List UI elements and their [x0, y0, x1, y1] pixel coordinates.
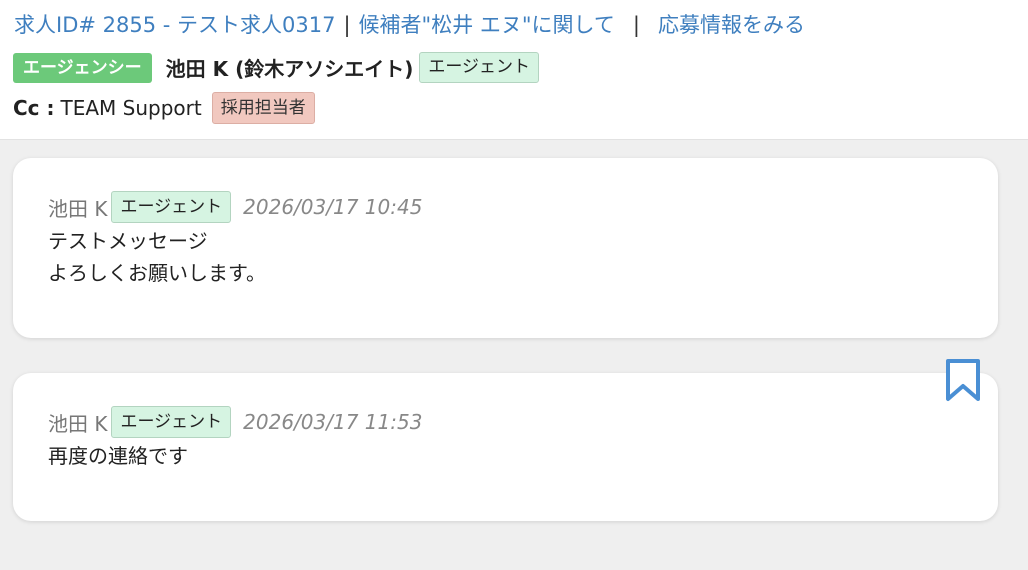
message-timestamp: 2026/03/17 10:45	[243, 195, 423, 219]
breadcrumb: 求人ID# 2855 - テスト求人0317 | 候補者"松井 エヌ"に関して | 応募…	[14, 10, 805, 40]
sender-row: エージェンシー 池田 K (鈴木アソシエイト) エージェント	[13, 52, 540, 83]
message-header: 池田 K エージェント 2026/03/17 11:53	[48, 406, 422, 438]
job-link[interactable]: 求人ID# 2855 - テスト求人0317	[14, 13, 335, 37]
message-card: 池田 K エージェント 2026/03/17 11:53 再度の連絡です	[13, 373, 998, 521]
cc-row: Cc : TEAM Support 採用担当者	[13, 91, 315, 124]
message-body: テストメッセージ よろしくお願いします。	[48, 229, 266, 285]
sender-name: 池田 K (鈴木アソシエイト)	[165, 57, 414, 81]
cc-value: TEAM Support	[60, 95, 202, 120]
agent-badge: エージェント	[419, 52, 540, 83]
message-role-badge: エージェント	[111, 191, 232, 223]
message-header: 池田 K エージェント 2026/03/17 10:45	[48, 191, 422, 223]
application-info-link[interactable]: 応募情報をみる	[658, 13, 805, 37]
message-timestamp: 2026/03/17 11:53	[243, 410, 423, 434]
message-sender: 池田 K	[48, 196, 108, 221]
message-sender: 池田 K	[48, 411, 108, 436]
breadcrumb-separator: |	[343, 13, 351, 37]
cc-label: Cc :	[13, 95, 55, 120]
candidate-link[interactable]: 候補者"松井 エヌ"に関して	[359, 13, 615, 37]
breadcrumb-separator: |	[632, 13, 640, 37]
bookmark-icon[interactable]	[944, 358, 982, 404]
agency-badge: エージェンシー	[13, 52, 152, 83]
message-role-badge: エージェント	[111, 406, 232, 438]
thread-header: 求人ID# 2855 - テスト求人0317 | 候補者"松井 エヌ"に関して | 応募…	[0, 0, 1028, 140]
message-card: 池田 K エージェント 2026/03/17 10:45 テストメッセージ よろ…	[13, 158, 998, 338]
message-body: 再度の連絡です	[48, 444, 188, 468]
hr-role-badge: 採用担当者	[211, 91, 315, 124]
